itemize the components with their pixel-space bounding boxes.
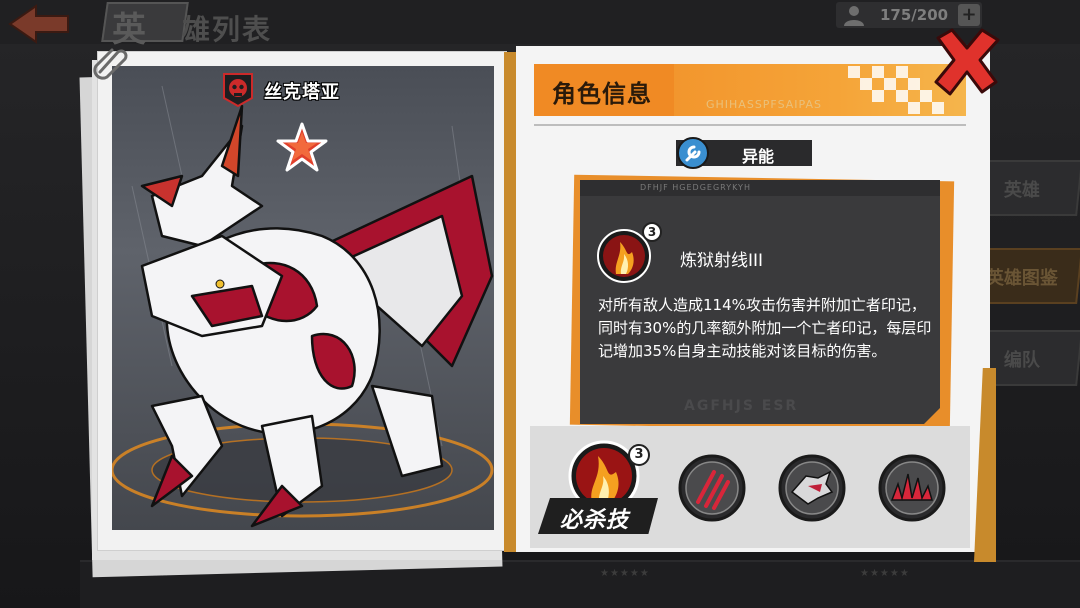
skill-box-code: DFHJF HGEDGEGRYKYH xyxy=(640,183,751,192)
tab-hero-codex[interactable]: 英雄图鉴 xyxy=(977,248,1080,304)
person-icon xyxy=(844,6,864,26)
skill-box-watermark: AGFHJS ESR xyxy=(684,398,799,414)
paperclip-icon xyxy=(93,48,128,80)
hero-detail-screen: { "background": { "title": "英雄列表", "titl… xyxy=(0,0,1080,608)
skill-name: 炼狱射线III xyxy=(680,251,764,271)
tab-hero-codex-label: 英雄图鉴 xyxy=(985,268,1058,289)
back-arrow-icon[interactable] xyxy=(6,4,72,44)
panel-header-code: GHIHASSPFSAIPAS xyxy=(706,98,822,111)
red-star-icon xyxy=(276,122,328,172)
panel-title: 角色信息 xyxy=(552,80,652,108)
spike-eruption-icon[interactable] xyxy=(878,454,946,522)
skill-level-badge: 3 xyxy=(642,222,662,242)
hero-name: 丝克塔亚 xyxy=(264,82,340,103)
tab-heroes[interactable]: 英雄 xyxy=(981,160,1080,216)
ultimate-label: 必杀技 xyxy=(560,508,630,533)
bottom-stars: ★★★★★ xyxy=(600,568,650,579)
skill-box-header xyxy=(580,180,940,196)
roster-count: 175/200 xyxy=(880,6,949,24)
ultimate-level-badge: 3 xyxy=(628,444,650,466)
dragon-head-icon[interactable] xyxy=(778,454,846,522)
tab-formation-label: 编队 xyxy=(1003,350,1040,371)
skill-description: 对所有敌人造成114%攻击伤害并附加亡者印记，同时有30%的几率额外附加一个亡者… xyxy=(598,296,932,360)
screen-title: 雄列表 xyxy=(182,13,273,46)
skull-emblem-icon xyxy=(223,73,253,108)
header-divider xyxy=(534,124,966,126)
bottom-stars: ★★★★★ xyxy=(860,568,910,579)
wrench-icon xyxy=(677,137,709,169)
claw-slash-icon[interactable] xyxy=(678,454,746,522)
tab-heroes-label: 英雄 xyxy=(1003,180,1040,201)
expand-roster-button[interactable]: + xyxy=(958,4,980,26)
hero-type-label: 异能 xyxy=(742,147,775,166)
close-icon[interactable] xyxy=(930,26,1004,98)
